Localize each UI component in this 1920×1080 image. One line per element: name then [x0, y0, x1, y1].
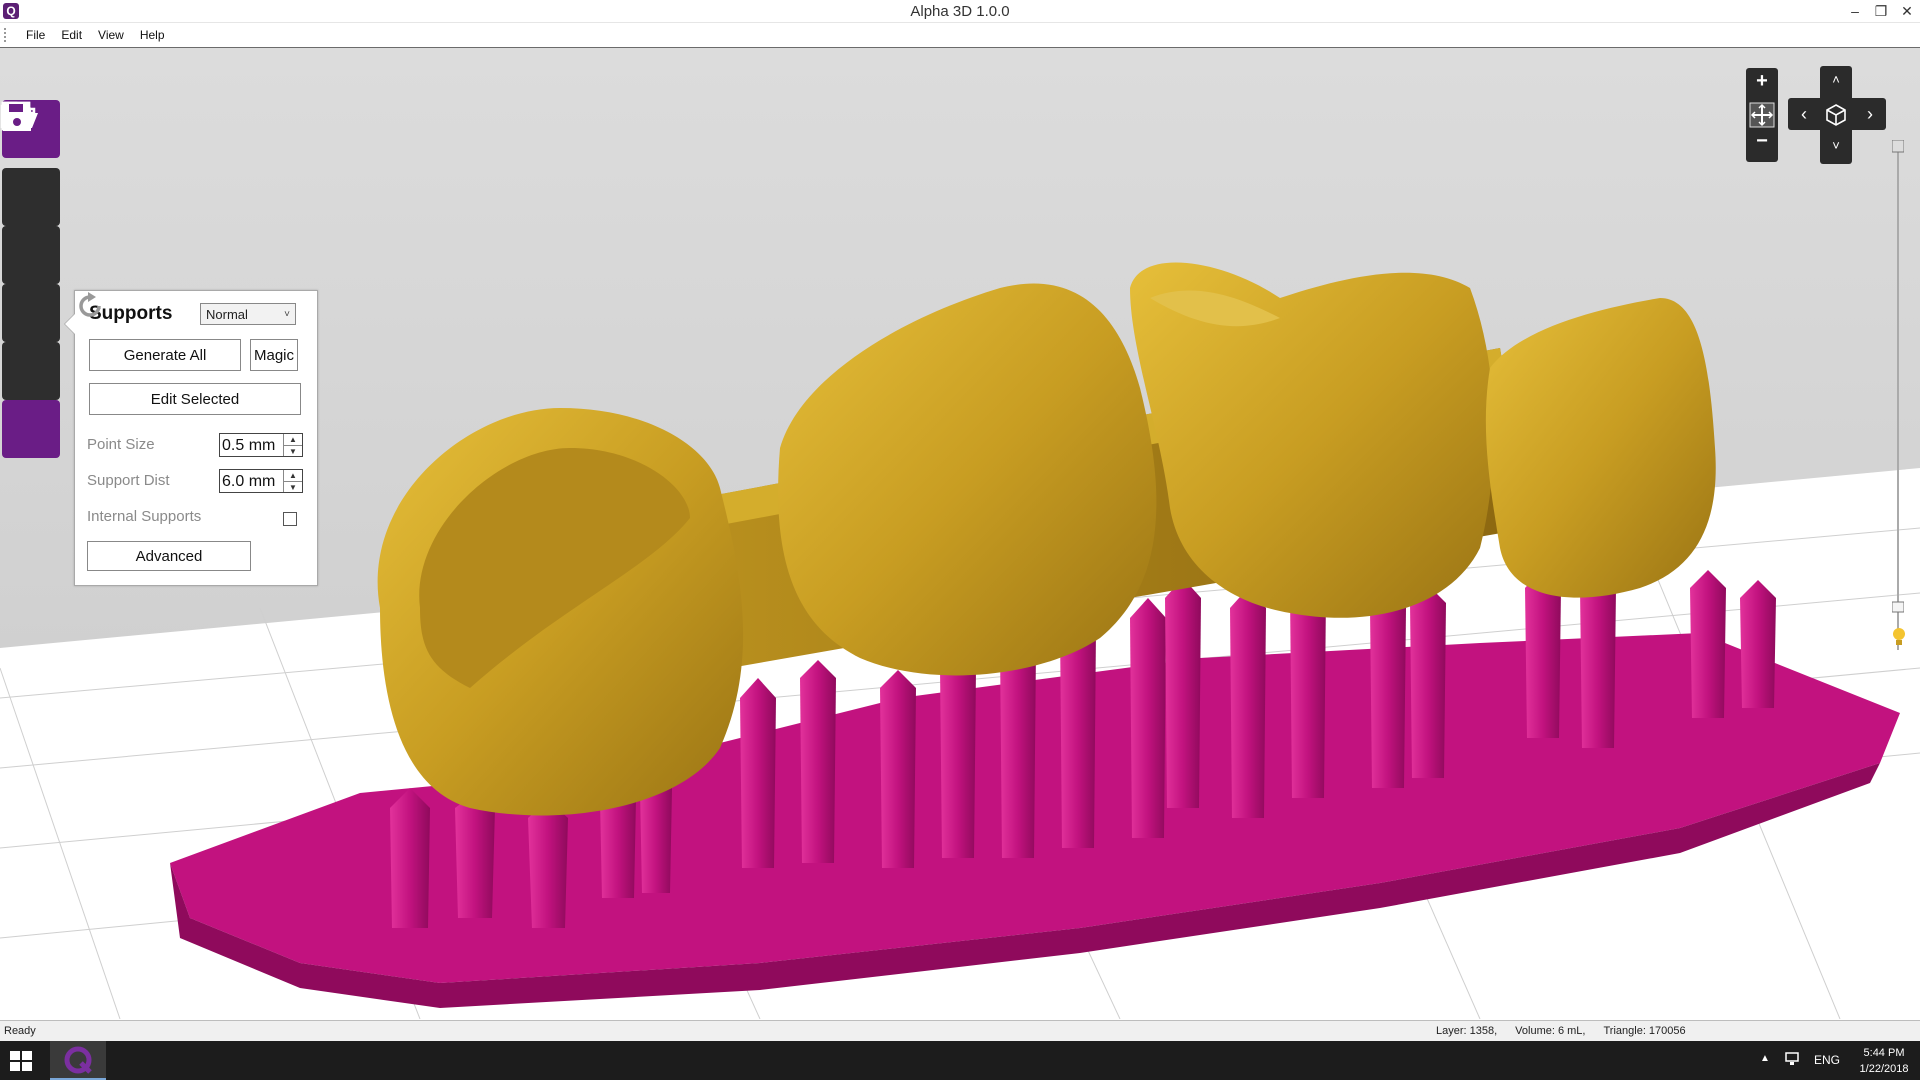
point-size-label: Point Size: [87, 436, 155, 453]
layer-readout: Layer: 1358,: [1436, 1025, 1498, 1037]
status-info: Layer: 1358, Volume: 6 mL, Triangle: 170…: [1436, 1025, 1686, 1037]
menu-edit[interactable]: Edit: [53, 28, 90, 42]
generate-all-button[interactable]: Generate All: [89, 339, 241, 371]
reset-icon[interactable]: [75, 291, 105, 321]
support-mode-select[interactable]: Normal ˅: [200, 303, 296, 325]
clock[interactable]: 5:44 PM 1/22/2018: [1854, 1045, 1914, 1077]
title-bar: Q Alpha 3D 1.0.0 – ❐ ✕: [0, 0, 1920, 23]
layer-slider[interactable]: [1892, 140, 1904, 660]
alpha3d-app-icon: [64, 1046, 92, 1074]
chevron-down-icon: ˅: [284, 309, 290, 320]
sidebar: [0, 100, 62, 458]
language-indicator[interactable]: ENG: [1814, 1053, 1840, 1067]
panel-pointer: [64, 313, 75, 335]
window-title: Alpha 3D 1.0.0: [910, 3, 1010, 20]
window-controls: – ❐ ✕: [1842, 0, 1920, 22]
zoom-control: + −: [1746, 68, 1778, 162]
point-size-value: 0.5 mm: [222, 437, 276, 454]
lightbulb-icon[interactable]: [1891, 626, 1907, 648]
taskbar-alpha3d-app[interactable]: [50, 1041, 106, 1080]
orbit-right-button[interactable]: ›: [1858, 104, 1882, 125]
3d-viewport[interactable]: Supports Normal ˅ Generate All Magic Edi…: [0, 48, 1920, 1019]
taskbar: ▲ ENG 5:44 PM 1/22/2018: [0, 1041, 1920, 1080]
sidebar-slice-button[interactable]: [1, 101, 60, 400]
chevron-down-icon[interactable]: ▼: [284, 482, 302, 493]
point-size-input[interactable]: 0.5 mm ▲ ▼: [219, 433, 303, 457]
clock-time: 5:44 PM: [1863, 1047, 1905, 1059]
menu-grip: [4, 28, 10, 42]
chevron-up-icon[interactable]: ▲: [284, 434, 302, 446]
orbit-down-button[interactable]: ˅: [1820, 138, 1852, 153]
triangle-readout: Triangle: 170056: [1603, 1025, 1686, 1037]
menu-help[interactable]: Help: [132, 28, 173, 42]
chevron-up-icon[interactable]: ▲: [284, 470, 302, 482]
pan-icon[interactable]: [1749, 102, 1775, 128]
maximize-button[interactable]: ❐: [1868, 0, 1894, 22]
zoom-out-button[interactable]: −: [1746, 130, 1778, 153]
advanced-button[interactable]: Advanced: [87, 541, 251, 571]
internal-supports-checkbox[interactable]: [283, 512, 297, 526]
minimize-button[interactable]: –: [1842, 0, 1868, 22]
support-mode-value: Normal: [206, 307, 248, 322]
point-size-stepper[interactable]: ▲ ▼: [283, 434, 302, 456]
support-dist-input[interactable]: 6.0 mm ▲ ▼: [219, 469, 303, 493]
menu-view[interactable]: View: [90, 28, 132, 42]
network-icon[interactable]: [1784, 1051, 1802, 1067]
support-dist-value: 6.0 mm: [222, 473, 276, 490]
status-text: Ready: [4, 1025, 36, 1037]
magic-button[interactable]: Magic: [250, 339, 298, 371]
sidebar-transform-button[interactable]: [1, 101, 60, 284]
reset-view-cube-icon[interactable]: [1823, 102, 1849, 128]
internal-supports-label: Internal Supports: [87, 508, 202, 525]
save-icon: [3, 103, 31, 131]
sidebar-save-button[interactable]: [2, 103, 60, 458]
edit-selected-button[interactable]: Edit Selected: [89, 383, 301, 415]
volume-readout: Volume: 6 mL,: [1515, 1025, 1586, 1037]
orbit-left-button[interactable]: ‹: [1792, 104, 1816, 125]
zoom-in-button[interactable]: +: [1746, 70, 1778, 93]
chevron-down-icon[interactable]: ▼: [284, 446, 302, 457]
clock-date: 1/22/2018: [1859, 1063, 1909, 1075]
menu-file[interactable]: File: [18, 28, 53, 42]
supports-panel: Supports Normal ˅ Generate All Magic Edi…: [64, 290, 318, 586]
menu-bar: File Edit View Help: [0, 23, 1920, 48]
sidebar-supports-button[interactable]: [2, 103, 60, 342]
support-dist-label: Support Dist: [87, 472, 170, 489]
orbit-dpad: ˄ ˅ ‹ ›: [1788, 66, 1886, 164]
close-button[interactable]: ✕: [1894, 0, 1920, 22]
orbit-up-button[interactable]: ˄: [1820, 72, 1852, 87]
status-bar: Ready Layer: 1358, Volume: 6 mL, Triangl…: [0, 1020, 1920, 1041]
windows-start-icon[interactable]: [10, 1051, 32, 1071]
support-dist-stepper[interactable]: ▲ ▼: [283, 470, 302, 492]
sidebar-layout-button[interactable]: [1, 101, 60, 226]
chevron-up-icon[interactable]: ▲: [1760, 1053, 1770, 1064]
